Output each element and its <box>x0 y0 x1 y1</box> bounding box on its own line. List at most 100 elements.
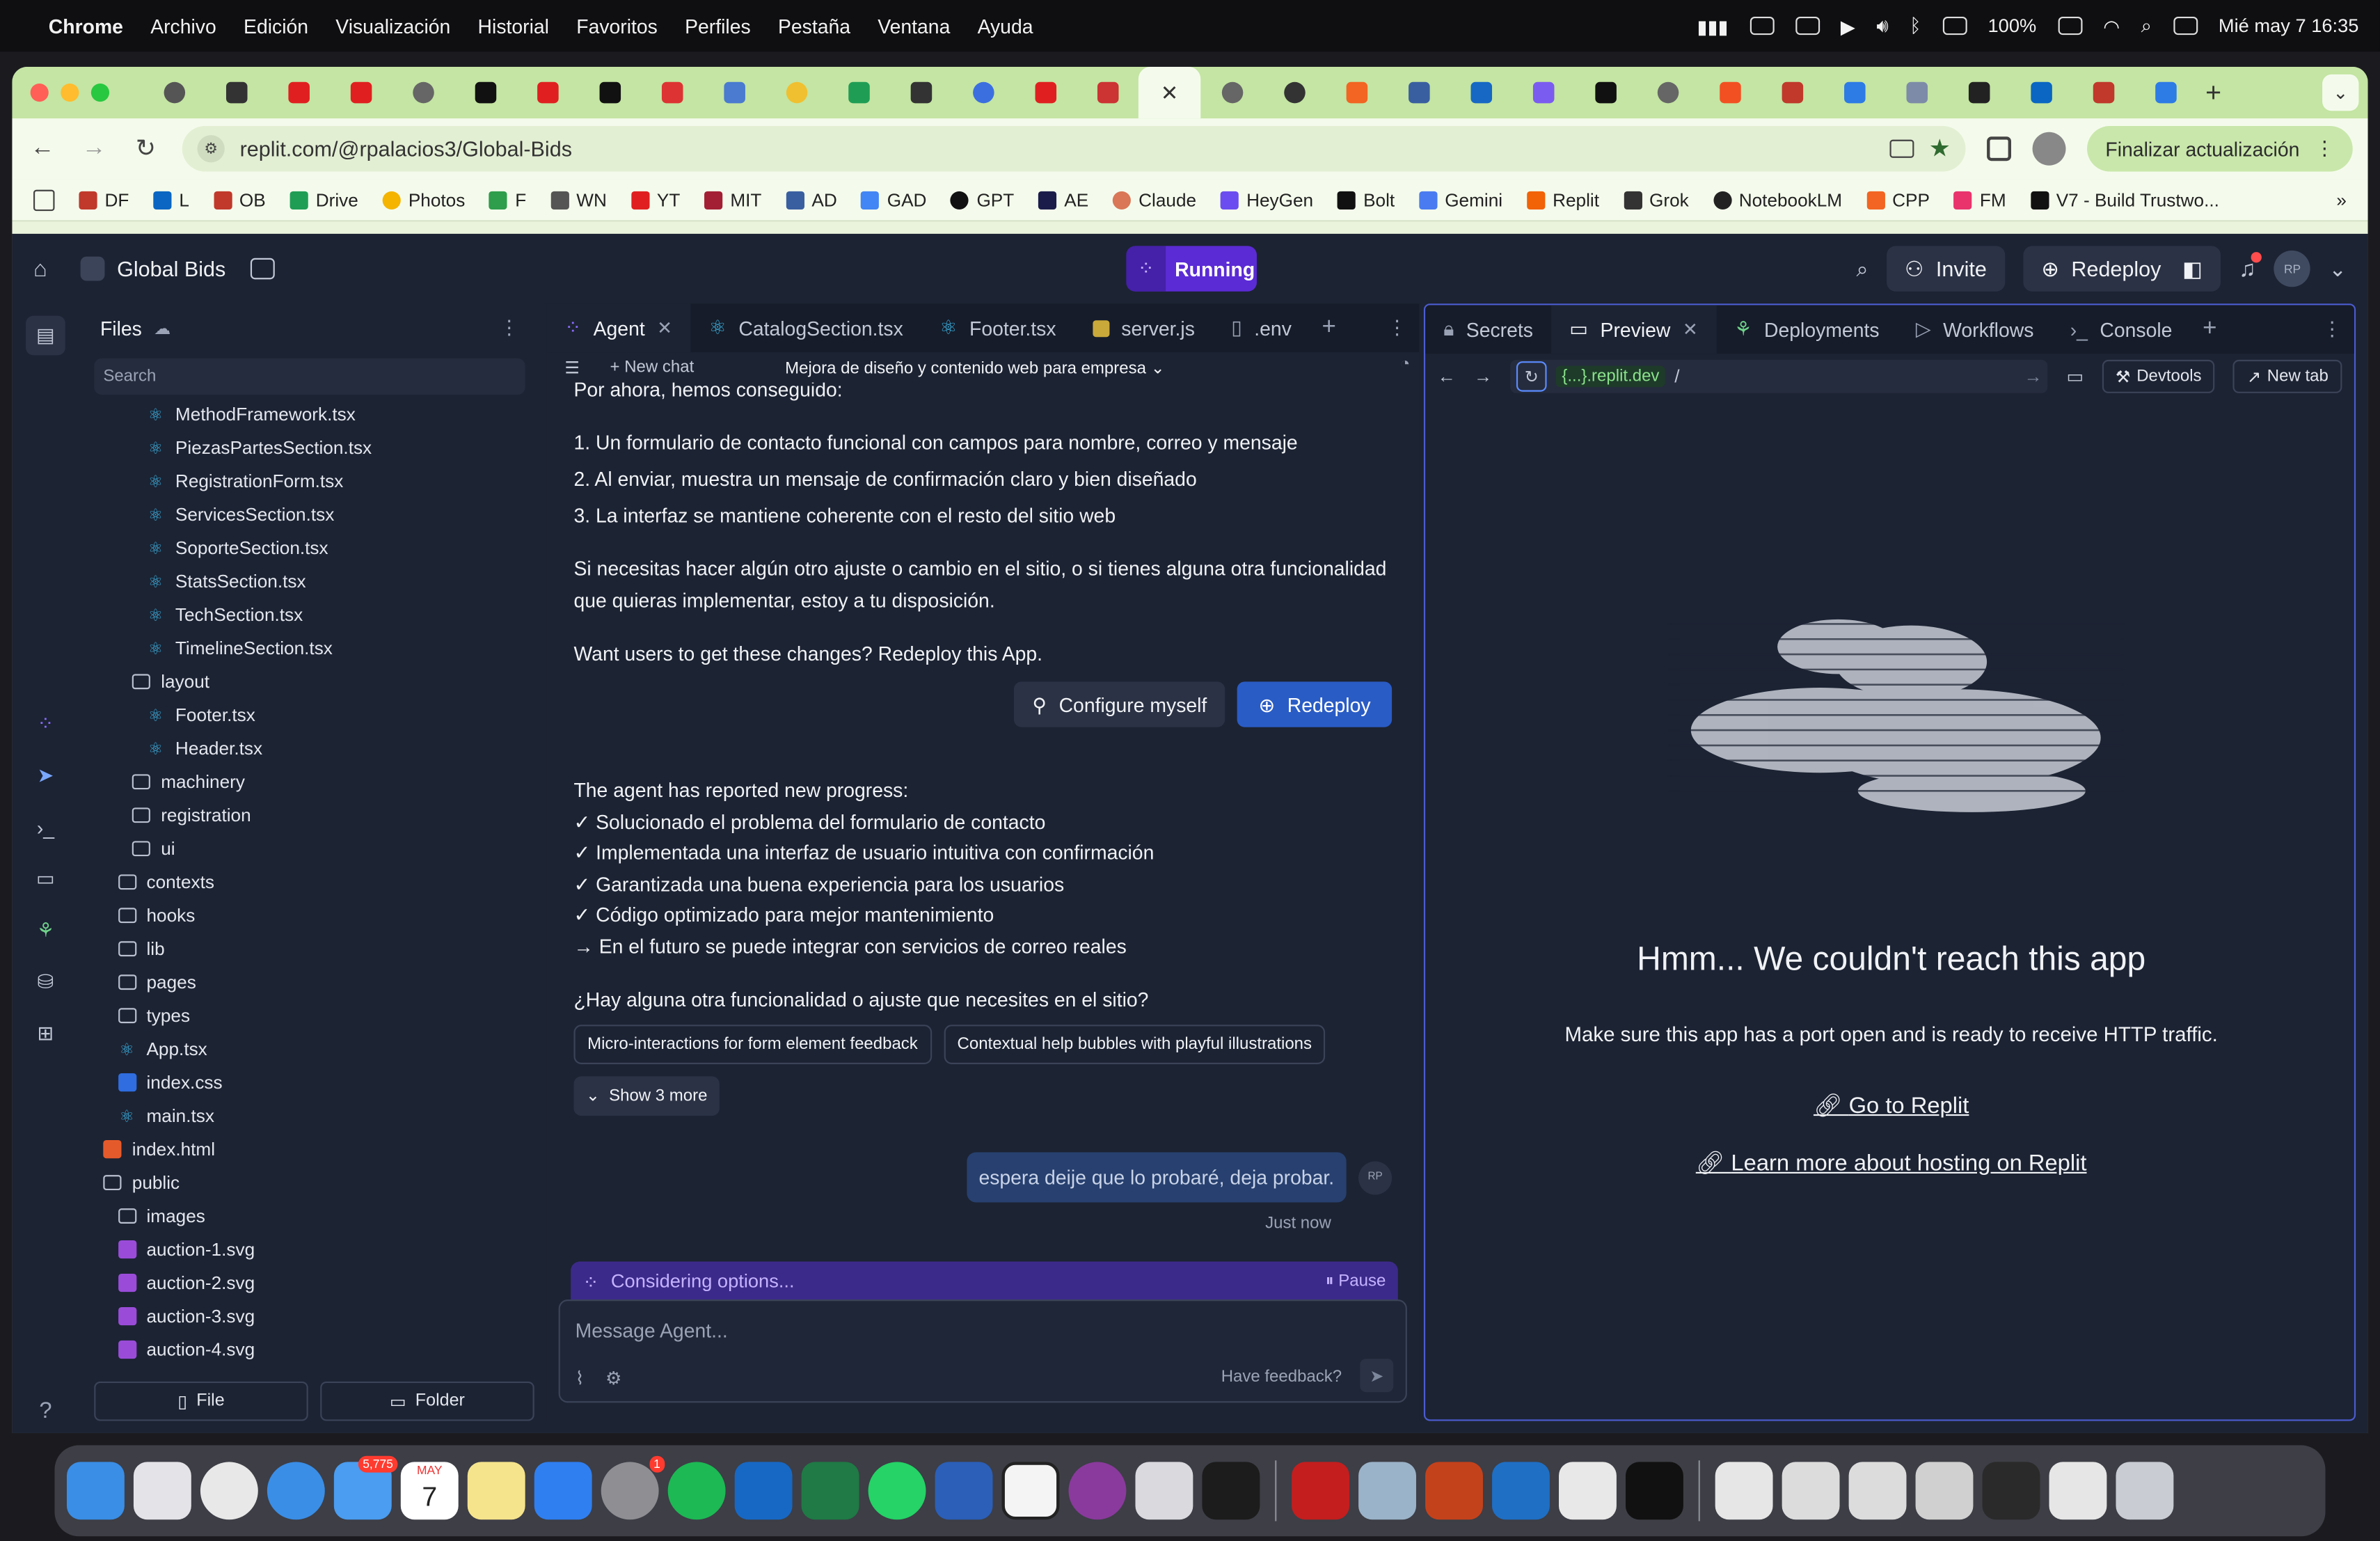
zoom-window-button[interactable] <box>90 83 110 102</box>
screen-mirror-icon[interactable] <box>1750 16 1774 35</box>
help-icon[interactable]: ? <box>39 1398 51 1424</box>
devtools-button[interactable]: ⚒ Devtools <box>2102 359 2216 393</box>
shell-tool-icon[interactable]: ›_ <box>26 807 65 847</box>
audio-icon[interactable]: ▮▮▮ <box>1697 15 1728 38</box>
replit-app-icon[interactable] <box>1202 1462 1260 1520</box>
browser-tab[interactable] <box>1761 67 1823 118</box>
feedback-link[interactable]: Have feedback? <box>1221 1368 1342 1386</box>
dev-domain[interactable]: {...}.replit.dev <box>1555 365 1666 388</box>
message-input[interactable]: Message Agent... ⌇ ⚙ Have feedback? ➤ <box>558 1299 1407 1403</box>
menu-item[interactable]: Pestaña <box>778 15 850 38</box>
go-to-replit-link[interactable]: 🔗︎ Go to Replit <box>1425 1091 2354 1119</box>
apps-grid-icon[interactable] <box>33 189 55 211</box>
repl-name[interactable]: Global Bids <box>117 257 225 281</box>
folder-item[interactable]: contexts <box>85 865 534 899</box>
window-thumbnail[interactable] <box>1982 1462 2040 1520</box>
bookmark-item[interactable]: GAD <box>861 189 926 210</box>
home-icon[interactable]: ⌂ <box>33 256 47 282</box>
system-settings-icon[interactable]: 1 <box>601 1455 665 1520</box>
app-icon[interactable] <box>1068 1462 1127 1520</box>
notes-icon[interactable] <box>467 1462 525 1520</box>
bookmark-item[interactable]: MIT <box>704 189 761 210</box>
file-item[interactable]: ⚛ Header.tsx <box>85 732 534 765</box>
close-tab-icon[interactable]: ✕ <box>1161 80 1179 106</box>
tab-secrets[interactable]: 🔒︎ Secrets <box>1425 305 1551 354</box>
word-icon[interactable] <box>935 1462 993 1520</box>
bookmark-item[interactable]: L <box>153 189 189 210</box>
chat-history-icon[interactable]: ☰ <box>564 358 580 377</box>
agent-tool-icon[interactable]: ⁘ <box>26 704 65 744</box>
bookmark-item[interactable]: WN <box>550 189 607 210</box>
whatsapp-icon[interactable] <box>868 1462 926 1520</box>
bookmark-item[interactable]: Drive <box>289 189 358 210</box>
add-tab-icon[interactable]: + <box>1322 314 1336 341</box>
chrome-icon[interactable] <box>200 1462 258 1520</box>
back-icon[interactable]: ← <box>27 135 58 162</box>
date-app-icon[interactable] <box>1001 1462 1060 1520</box>
folder-item[interactable]: public <box>85 1166 534 1199</box>
device-icon[interactable]: ▭ <box>2066 366 2084 388</box>
url-text[interactable]: replit.com/@rpalacios3/Global-Bids <box>240 136 572 161</box>
calendar-icon[interactable]: MAY 7 <box>400 1462 459 1520</box>
browser-tab[interactable] <box>889 67 951 118</box>
close-tab-icon[interactable]: ✕ <box>657 317 672 339</box>
run-button[interactable]: ⁘ Running <box>1126 246 1257 292</box>
bookmark-item[interactable]: NotebookLM <box>1713 189 1842 210</box>
file-item[interactable]: auction-2.svg <box>85 1266 534 1299</box>
minimize-window-button[interactable] <box>61 83 79 102</box>
browser-tab[interactable] <box>1574 67 1636 118</box>
file-item[interactable]: auction-1.svg <box>85 1233 534 1266</box>
file-item[interactable]: ⚛ TechSection.tsx <box>85 598 534 631</box>
folder-item[interactable]: pages <box>85 965 534 999</box>
usage-gauge-icon[interactable]: ◔ <box>1400 355 1411 373</box>
configure-myself-button[interactable]: ⚲ Configure myself <box>1014 681 1225 727</box>
spotlight-icon[interactable]: ⌕ <box>2141 15 2152 38</box>
menu-item[interactable]: Ventana <box>878 15 950 38</box>
outlook-icon[interactable] <box>734 1462 793 1520</box>
show-more-button[interactable]: ⌄ Show 3 more <box>573 1076 720 1116</box>
file-item[interactable]: auction-5.svg <box>85 1366 534 1369</box>
file-item[interactable]: ⚛ StatsSection.tsx <box>85 564 534 598</box>
bookmark-item[interactable]: Claude <box>1113 189 1196 210</box>
tab-agent[interactable]: ⁘ Agent ✕ <box>546 303 691 353</box>
file-item[interactable]: ⚛ main.tsx <box>85 1099 534 1132</box>
bookmark-item[interactable]: YT <box>630 189 680 210</box>
file-item[interactable]: ⚛ Footer.tsx <box>85 698 534 732</box>
powerpoint-icon[interactable] <box>1425 1462 1483 1520</box>
extensions-icon[interactable] <box>1987 136 2012 161</box>
window-thumbnail[interactable] <box>1848 1462 1907 1520</box>
browser-tab[interactable] <box>827 67 889 118</box>
browser-tab[interactable] <box>2134 67 2196 118</box>
file-item[interactable]: auction-3.svg <box>85 1299 534 1333</box>
bookmark-star-icon[interactable]: ★ <box>1929 134 1951 164</box>
reload-icon[interactable]: ↻ <box>131 134 161 164</box>
new-tab-button[interactable]: + <box>2205 77 2221 109</box>
menu-item[interactable]: Historial <box>478 15 549 38</box>
folder-item[interactable]: ui <box>85 832 534 865</box>
preview-url-input[interactable]: ↻ {...}.replit.dev / → <box>1510 359 2049 393</box>
battery-icon[interactable] <box>2057 16 2082 35</box>
forward-icon[interactable]: → <box>1474 366 1492 388</box>
tab-catalogsection[interactable]: ⚛ CatalogSection.tsx <box>690 303 921 352</box>
browser-tab[interactable] <box>1885 67 1947 118</box>
file-item[interactable]: ⚛ SoporteSection.tsx <box>85 531 534 564</box>
install-app-icon[interactable] <box>1889 139 1914 158</box>
browser-tab[interactable] <box>1263 67 1325 118</box>
app-icon[interactable] <box>1135 1462 1193 1520</box>
tab-preview[interactable]: ▭ Preview ✕ <box>1551 305 1716 354</box>
folder-item[interactable]: images <box>85 1199 534 1233</box>
safari-icon[interactable] <box>267 1462 325 1520</box>
repl-menu-icon[interactable] <box>250 258 275 280</box>
bookmark-item[interactable]: Photos <box>382 189 465 210</box>
wifi-icon[interactable]: ◠ <box>2103 15 2120 38</box>
tab-search-button[interactable]: ⌄ <box>2322 74 2359 111</box>
chat-title[interactable]: Mejora de diseño y contenido web para em… <box>785 358 1165 377</box>
file-search-input[interactable]: Search <box>94 358 525 395</box>
menu-item[interactable]: Visualización <box>335 15 450 38</box>
bookmark-item[interactable]: AE <box>1038 189 1088 210</box>
more-options-icon[interactable]: ⋮ <box>2322 317 2342 342</box>
redeploy-chat-button[interactable]: ⊕ Redeploy <box>1237 681 1393 727</box>
window-thumbnail[interactable] <box>1915 1462 1974 1520</box>
bookmark-item[interactable]: V7 - Build Trustwo... <box>2030 189 2219 210</box>
browser-tab[interactable] <box>703 67 765 118</box>
